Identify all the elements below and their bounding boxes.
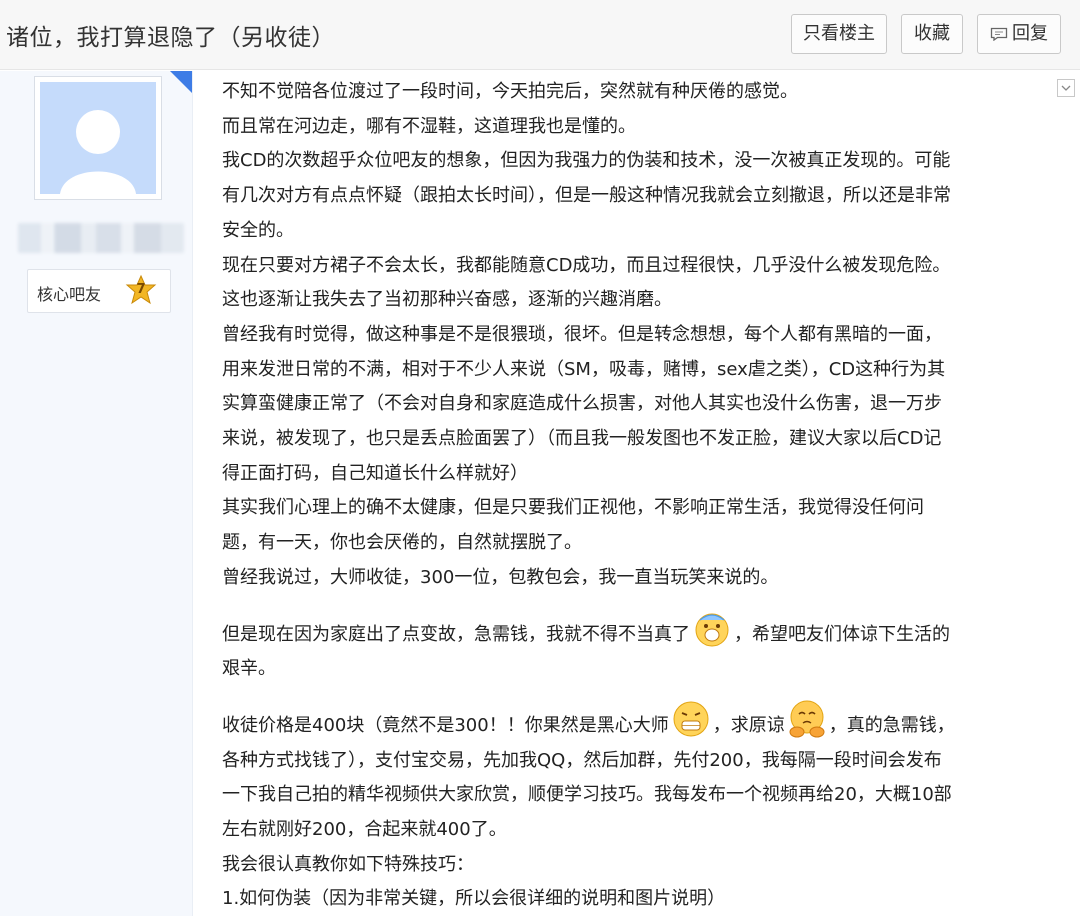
post-line: 1.如何伪装（因为非常关键，所以会很详细的说明和图片说明） <box>222 888 726 910</box>
post-line: 得正面打码，自己知道长什么样就好） <box>222 462 528 484</box>
post-text: ，求原谅 <box>712 714 785 736</box>
post-line: 实算蛮健康正常了（不会对自身和家庭造成什么损害，对他人其实也没什么伤害，退一万步 <box>222 393 942 415</box>
post-line: 现在只要对方裙子不会太长，我都能随意CD成功，而且过程很快，几乎没什么被发现危险… <box>222 254 951 276</box>
post-line: 有几次对方有点点怀疑（跟拍太长时间），但是一般这种情况我就会立刻撤退，所以还是非… <box>222 185 951 207</box>
post-corner-tag <box>170 71 192 93</box>
post-line: 各种方式找钱了），支付宝交易，先加我QQ，然后加群，先付200，我每隔一段时间会… <box>222 749 942 771</box>
post-line: 艰辛。 <box>222 658 276 680</box>
post-line: 其实我们心理上的确不太健康，但是只要我们正视他，不影响正常生活，我觉得没任何问 <box>222 497 924 519</box>
post-menu-button[interactable] <box>1057 79 1075 97</box>
post-line: 安全的。 <box>222 219 294 241</box>
sorry-emoji-icon <box>789 700 825 738</box>
rank-label: 核心吧友 <box>37 285 102 304</box>
post-line: 我CD的次数超乎众位吧友的想象，但因为我强力的伪装和技术，没一次被真正发现的。可… <box>222 150 951 172</box>
post-paragraph-price: 收徒价格是400块（竟然不是300！！你果然是黑心大师 ，求原谅 ，真的急需钱， <box>222 699 1052 744</box>
grimace-emoji-icon <box>673 701 709 737</box>
level-star-icon: 7 <box>124 274 158 308</box>
favorite-button[interactable]: 收藏 <box>901 14 963 54</box>
post-text: 收徒价格是400块（竟然不是300！！你果然是黑心大师 <box>222 714 669 736</box>
rank-badge[interactable]: 核心吧友 7 <box>27 269 171 313</box>
post-line: 这也逐渐让我失去了当初那种兴奋感，逐渐的兴趣消磨。 <box>222 289 672 311</box>
dropdown-arrow-icon <box>1061 85 1071 91</box>
post-line: 一下我自己拍的精华视频供大家欣赏，顺便学习技巧。我每发布一个视频再给20，大概1… <box>222 784 952 806</box>
level-number: 7 <box>136 282 146 297</box>
post-line: 不知不觉陪各位渡过了一段时间，今天拍完后，突然就有种厌倦的感觉。 <box>222 81 798 102</box>
post-line: 左右就刚好200，合起来就400了。 <box>222 819 507 841</box>
post-line: 曾经我说过，大师收徒，300一位，包教包会，我一直当玩笑来说的。 <box>222 566 779 588</box>
post-line: 我会很认真教你如下特殊技巧： <box>222 853 474 875</box>
post-line: 来说，被发现了，也只是丢点脸面罢了）（而且我一般发图也不发正脸，建议大家以后CD… <box>222 428 942 450</box>
reply-button-label: 回复 <box>1012 23 1048 44</box>
reply-button[interactable]: 回复 <box>977 14 1061 54</box>
post-content: 不知不觉陪各位渡过了一段时间，今天拍完后，突然就有种厌倦的感觉。 而且常在河边走… <box>222 75 1052 916</box>
reply-icon <box>990 27 1008 41</box>
post-line: 而且常在河边走，哪有不湿鞋，这道理我也是懂的。 <box>222 115 636 137</box>
post-text: 但是现在因为家庭出了点变故，急需钱，我就不得不当真了 <box>222 623 690 645</box>
post-text: ，真的急需钱， <box>828 714 955 736</box>
username-blurred[interactable] <box>18 223 184 253</box>
only-op-button[interactable]: 只看楼主 <box>791 14 887 54</box>
thread-header: 诸位，我打算退隐了（另收徒） 只看楼主 收藏 回复 <box>0 0 1080 70</box>
post-line: 曾经我有时觉得，做这种事是不是很猥琐，很坏。但是转念想想，每个人都有黑暗的一面， <box>222 323 942 345</box>
author-panel: 核心吧友 7 <box>0 71 193 916</box>
default-avatar-icon <box>40 82 156 194</box>
post-text: ，希望吧友们体谅下生活的 <box>734 623 950 645</box>
thread-title: 诸位，我打算退隐了（另收徒） <box>6 25 335 51</box>
sweat-emoji-icon <box>695 613 729 647</box>
post-paragraph-need-money: 但是现在因为家庭出了点变故，急需钱，我就不得不当真了 ，希望吧友们体谅下生活的 <box>222 608 1052 653</box>
post-line: 用来发泄日常的不满，相对于不少人来说（SM，吸毒，赌博，sex虐之类），CD这种… <box>222 358 946 380</box>
avatar[interactable] <box>34 76 162 200</box>
post-line: 题，有一天，你也会厌倦的，自然就摆脱了。 <box>222 532 582 554</box>
